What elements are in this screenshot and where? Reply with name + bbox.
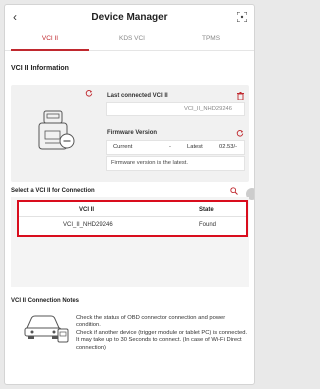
firmware-status-field: Firmware version is the latest.: [106, 156, 245, 171]
tab-bar: VCI II KDS VCI TPMS: [5, 31, 254, 51]
scan-icon[interactable]: [237, 12, 247, 22]
column-header-vci: VCI II: [79, 207, 95, 213]
note-line: Check the status of OBD connector connec…: [76, 315, 226, 329]
firmware-status: Firmware version is the latest.: [111, 160, 188, 166]
current-label: Current: [113, 144, 133, 150]
table-divider: [19, 216, 246, 217]
device-manager-screen: ‹ Device Manager VCI II KDS VCI TPMS VCI…: [4, 4, 255, 385]
info-panel: Last connected VCI II VCI_II_NHD29246 Fi…: [11, 85, 249, 182]
tab-vci-ii[interactable]: VCI II: [20, 35, 80, 42]
tab-kds-vci[interactable]: KDS VCI: [102, 35, 162, 42]
active-tab-indicator: [11, 49, 89, 51]
last-connected-value: VCI_II_NHD29246: [183, 106, 232, 112]
selection-section-title: Select a VCI II for Connection: [11, 188, 95, 194]
latest-label: Latest: [187, 144, 203, 150]
header: ‹ Device Manager: [5, 5, 254, 31]
row-state: Found: [199, 222, 217, 228]
search-icon[interactable]: [230, 187, 238, 195]
current-value: -: [169, 144, 171, 150]
info-section-title: VCI II Information: [11, 65, 69, 72]
page-title: Device Manager: [91, 12, 168, 23]
latest-value: 02.53/-: [219, 144, 238, 150]
car-connection-icon: [24, 315, 69, 343]
refresh-icon[interactable]: [85, 89, 93, 97]
firmware-update-icon[interactable]: [236, 129, 244, 137]
last-connected-field: VCI_II_NHD29246: [106, 102, 245, 116]
notes-section-title: VCI II Connection Notes: [11, 298, 80, 304]
vci-table: VCI II State VCI_II_NHD29246 Found: [17, 200, 248, 237]
column-header-state: State: [199, 207, 214, 213]
connection-notes: Check the status of OBD connector connec…: [68, 315, 248, 352]
note-line: Check if another device (trigger module …: [76, 329, 248, 336]
note-line: It may take up to 30 Seconds to connect.…: [76, 337, 242, 351]
vci-device-icon: [38, 110, 75, 150]
firmware-version-row: Current - Latest 02.53/-: [106, 140, 245, 155]
row-vci-name: VCI_II_NHD29246: [63, 222, 113, 228]
firmware-label: Firmware Version: [107, 130, 158, 136]
last-connected-label: Last connected VCI II: [107, 93, 168, 99]
tab-tpms[interactable]: TPMS: [181, 35, 241, 42]
delete-icon[interactable]: [237, 92, 244, 100]
